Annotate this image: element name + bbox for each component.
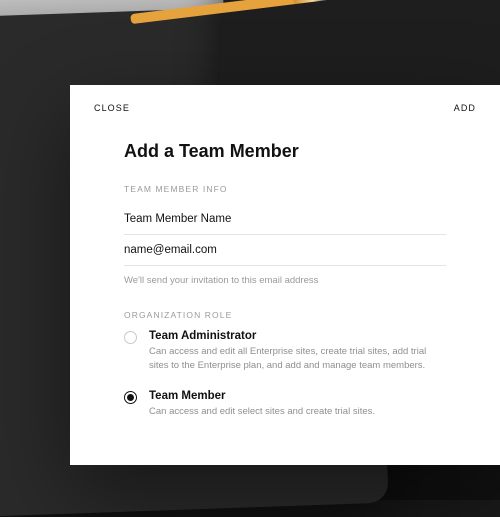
name-input[interactable] bbox=[124, 213, 446, 225]
email-input[interactable] bbox=[124, 244, 446, 256]
role-title: Team Administrator bbox=[149, 330, 446, 342]
add-team-member-modal: CLOSE ADD Add a Team Member TEAM MEMBER … bbox=[70, 85, 500, 465]
role-option-admin[interactable]: Team Administrator Can access and edit a… bbox=[124, 330, 446, 374]
role-text: Team Member Can access and edit select s… bbox=[149, 390, 446, 419]
modal-content: Add a Team Member TEAM MEMBER INFO We'll… bbox=[70, 141, 500, 419]
name-field-wrapper bbox=[124, 204, 446, 235]
email-field-wrapper bbox=[124, 235, 446, 266]
role-text: Team Administrator Can access and edit a… bbox=[149, 330, 446, 374]
radio-icon bbox=[124, 391, 137, 404]
role-option-member[interactable]: Team Member Can access and edit select s… bbox=[124, 390, 446, 419]
add-button[interactable]: ADD bbox=[454, 103, 476, 113]
role-description: Can access and edit all Enterprise sites… bbox=[149, 345, 446, 374]
section-label-info: TEAM MEMBER INFO bbox=[124, 184, 446, 194]
modal-title: Add a Team Member bbox=[124, 141, 446, 162]
close-button[interactable]: CLOSE bbox=[94, 103, 130, 113]
role-description: Can access and edit select sites and cre… bbox=[149, 405, 446, 419]
email-helper-text: We'll send your invitation to this email… bbox=[124, 275, 446, 286]
section-label-role: ORGANIZATION ROLE bbox=[124, 310, 446, 320]
modal-header: CLOSE ADD bbox=[70, 103, 500, 113]
radio-icon bbox=[124, 331, 137, 344]
role-title: Team Member bbox=[149, 390, 446, 402]
